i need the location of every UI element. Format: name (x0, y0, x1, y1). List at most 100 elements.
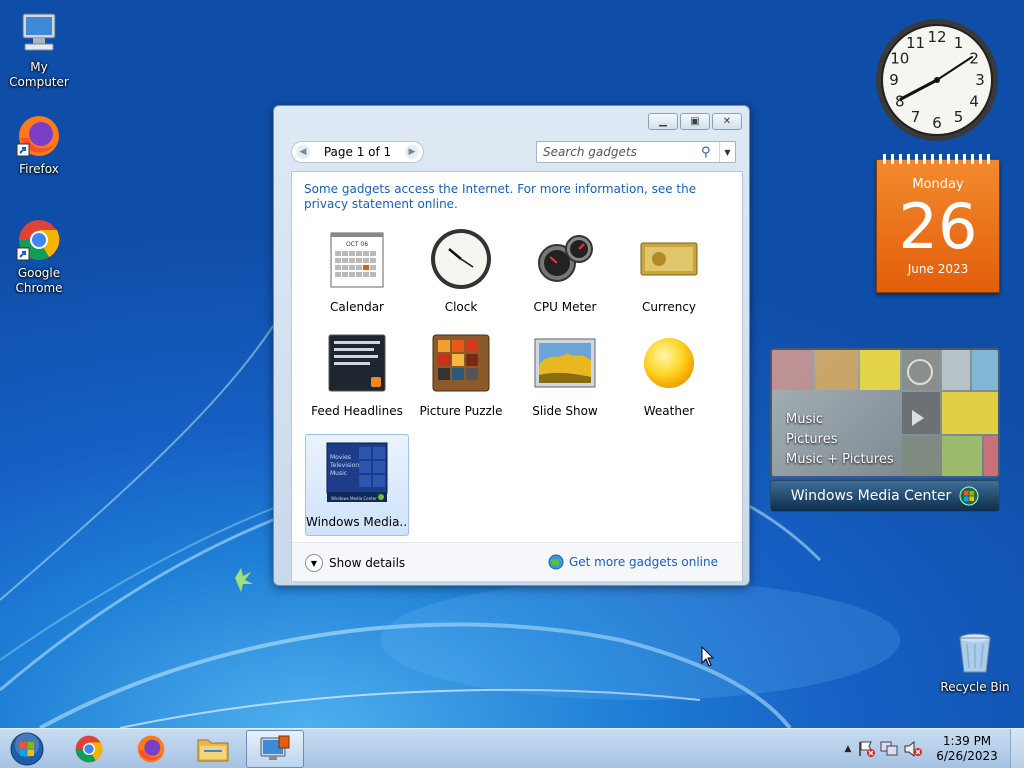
show-hidden-icons-button[interactable]: ▲ (840, 744, 856, 754)
system-clock[interactable]: 1:39 PM 6/26/2023 (924, 734, 1010, 764)
gadget-tile-picture-puzzle[interactable]: Picture Puzzle (409, 331, 513, 433)
gadget-tile-weather[interactable]: Weather (617, 331, 721, 433)
calendar-month-year: June 2023 (907, 262, 969, 276)
wmc-preview: Music Pictures Music + Pictures (770, 348, 1000, 478)
clock-icon (431, 229, 491, 289)
chrome-icon (16, 220, 60, 261)
feed-headlines-icon (328, 334, 386, 392)
calendar-rings (883, 154, 993, 164)
gadget-label: Currency (641, 300, 697, 314)
desktop-icon-label: My Computer (9, 60, 69, 89)
cpu-meter-icon (538, 235, 593, 282)
computer-icon (22, 13, 56, 51)
windows-media-center-icon: Movies Television Music Windows Media Ce… (326, 442, 388, 502)
search-icon[interactable]: ⚲ (701, 145, 719, 160)
clock-numeral: 9 (889, 71, 899, 89)
close-icon: ✕ (722, 116, 732, 127)
gadget-label: CPU Meter (533, 300, 597, 314)
windows-logo-icon (959, 486, 979, 506)
gadget-label: Clock (444, 300, 478, 314)
desktop-calendar-gadget[interactable]: Monday 26 June 2023 (876, 154, 1000, 293)
gadget-label: Calendar (330, 300, 384, 314)
taskbar-firefox[interactable] (122, 730, 180, 768)
windows-start-orb-icon (10, 732, 44, 766)
get-more-gadgets-label: Get more gadgets online (568, 555, 718, 569)
gadget-tile-cpu-meter[interactable]: CPU Meter (513, 227, 617, 329)
start-button[interactable] (0, 730, 54, 768)
gadget-tile-slide-show[interactable]: Slide Show (513, 331, 617, 433)
minimize-button[interactable]: ▁ (648, 113, 678, 130)
clock-numeral: 4 (969, 93, 979, 111)
gadget-label: Picture Puzzle (419, 404, 503, 418)
volume-muted-icon[interactable] (902, 740, 924, 758)
page-label: Page 1 of 1 (323, 145, 392, 159)
gadget-tile-calendar[interactable]: OCT 06 Calendar (305, 227, 409, 329)
desktop-icon-label: Firefox (19, 162, 59, 176)
taskbar: ▲ 1:39 PM 6/26/2023 (0, 728, 1024, 768)
action-center-flag-icon[interactable] (856, 740, 878, 758)
desktop-wmc-gadget[interactable]: Music Pictures Music + Pictures Windows … (770, 348, 1000, 512)
gadget-tile-clock[interactable]: Clock (409, 227, 513, 329)
page-navigator: ◀ Page 1 of 1 ▶ (291, 141, 424, 163)
desktop-icon-label: Google Chrome (15, 266, 63, 295)
gadget-tile-windows-media-center[interactable]: Movies Television Music Windows Media Ce… (305, 434, 409, 536)
gadget-tile-feed-headlines[interactable]: Feed Headlines (305, 331, 409, 433)
search-dropdown-button[interactable]: ▼ (719, 142, 735, 162)
show-details-button[interactable]: ▼ Show details (305, 554, 405, 572)
svg-text:OCT 06: OCT 06 (346, 241, 368, 248)
wmc-menu-music-pictures[interactable]: Music + Pictures (786, 450, 894, 470)
wmc-menu-music[interactable]: Music (786, 410, 894, 430)
currency-icon (640, 242, 698, 276)
desktop-clock-gadget[interactable]: 12 1234567891011 (874, 17, 1000, 143)
restore-button[interactable]: ▣ (680, 113, 710, 130)
desktop-icon-firefox[interactable]: Firefox (0, 112, 78, 177)
desktop-icon-chrome[interactable]: Google Chrome (0, 216, 78, 296)
taskbar-gadgets[interactable] (246, 730, 304, 768)
svg-text:Television: Television (329, 462, 359, 469)
desktop-icon-my-computer[interactable]: My Computer (0, 10, 78, 90)
get-more-gadgets-link[interactable]: Get more gadgets online (548, 554, 718, 570)
globe-icon (548, 554, 564, 570)
gallery-footer: ▼ Show details Get more gadgets online (292, 542, 742, 581)
gadget-label: Slide Show (532, 404, 598, 418)
show-desktop-button[interactable] (1010, 729, 1024, 768)
clock-numeral: 11 (906, 34, 925, 52)
gadget-label: Feed Headlines (311, 404, 403, 418)
gadgets-icon (260, 735, 290, 760)
gadget-gallery-window[interactable]: ▁ ▣ ✕ ◀ Page 1 of 1 ▶ Search gadgets ⚲ ▼… (273, 105, 750, 586)
weather-sun-icon (644, 338, 694, 388)
restore-icon: ▣ (690, 116, 700, 127)
gadget-tile-currency[interactable]: Currency (617, 227, 721, 329)
network-icon[interactable] (878, 740, 902, 758)
search-input[interactable]: Search gadgets (537, 145, 701, 159)
wmc-launch-bar[interactable]: Windows Media Center (770, 480, 1000, 512)
wmc-menu-pictures[interactable]: Pictures (786, 430, 894, 450)
svg-text:Movies: Movies (330, 454, 351, 461)
prev-page-button[interactable]: ◀ (296, 145, 310, 159)
clock-numeral: 12 (927, 28, 946, 46)
clock-numeral: 1 (954, 34, 964, 52)
close-button[interactable]: ✕ (712, 113, 742, 130)
internet-notice-link[interactable]: Some gadgets access the Internet. For mo… (304, 182, 724, 212)
minimize-icon: ▁ (659, 116, 667, 127)
clock-numeral: 5 (954, 108, 964, 126)
calendar-day-number: 26 (898, 190, 978, 263)
taskbar-chrome[interactable] (60, 730, 118, 768)
calendar-icon: OCT 06 (330, 232, 384, 288)
firefox-icon (137, 735, 165, 763)
notification-area: ▲ 1:39 PM 6/26/2023 (840, 729, 1024, 768)
clock-numeral: 10 (890, 50, 909, 68)
wmc-bar-label: Windows Media Center (790, 488, 952, 504)
search-gadgets-box[interactable]: Search gadgets ⚲ ▼ (536, 141, 736, 163)
next-page-button[interactable]: ▶ (405, 145, 419, 159)
svg-text:Windows Media Center: Windows Media Center (331, 496, 377, 501)
show-details-label: Show details (329, 556, 406, 570)
chevron-down-icon: ▼ (305, 554, 323, 572)
clock-numeral: 8 (895, 93, 905, 111)
mouse-cursor-icon (701, 646, 715, 667)
taskbar-explorer[interactable] (184, 730, 242, 768)
clock-numeral: 6 (932, 114, 942, 132)
gadget-label: Windows Media... (306, 515, 408, 529)
desktop-icon-recycle-bin[interactable]: Recycle Bin (936, 630, 1014, 695)
firefox-icon (16, 116, 59, 157)
